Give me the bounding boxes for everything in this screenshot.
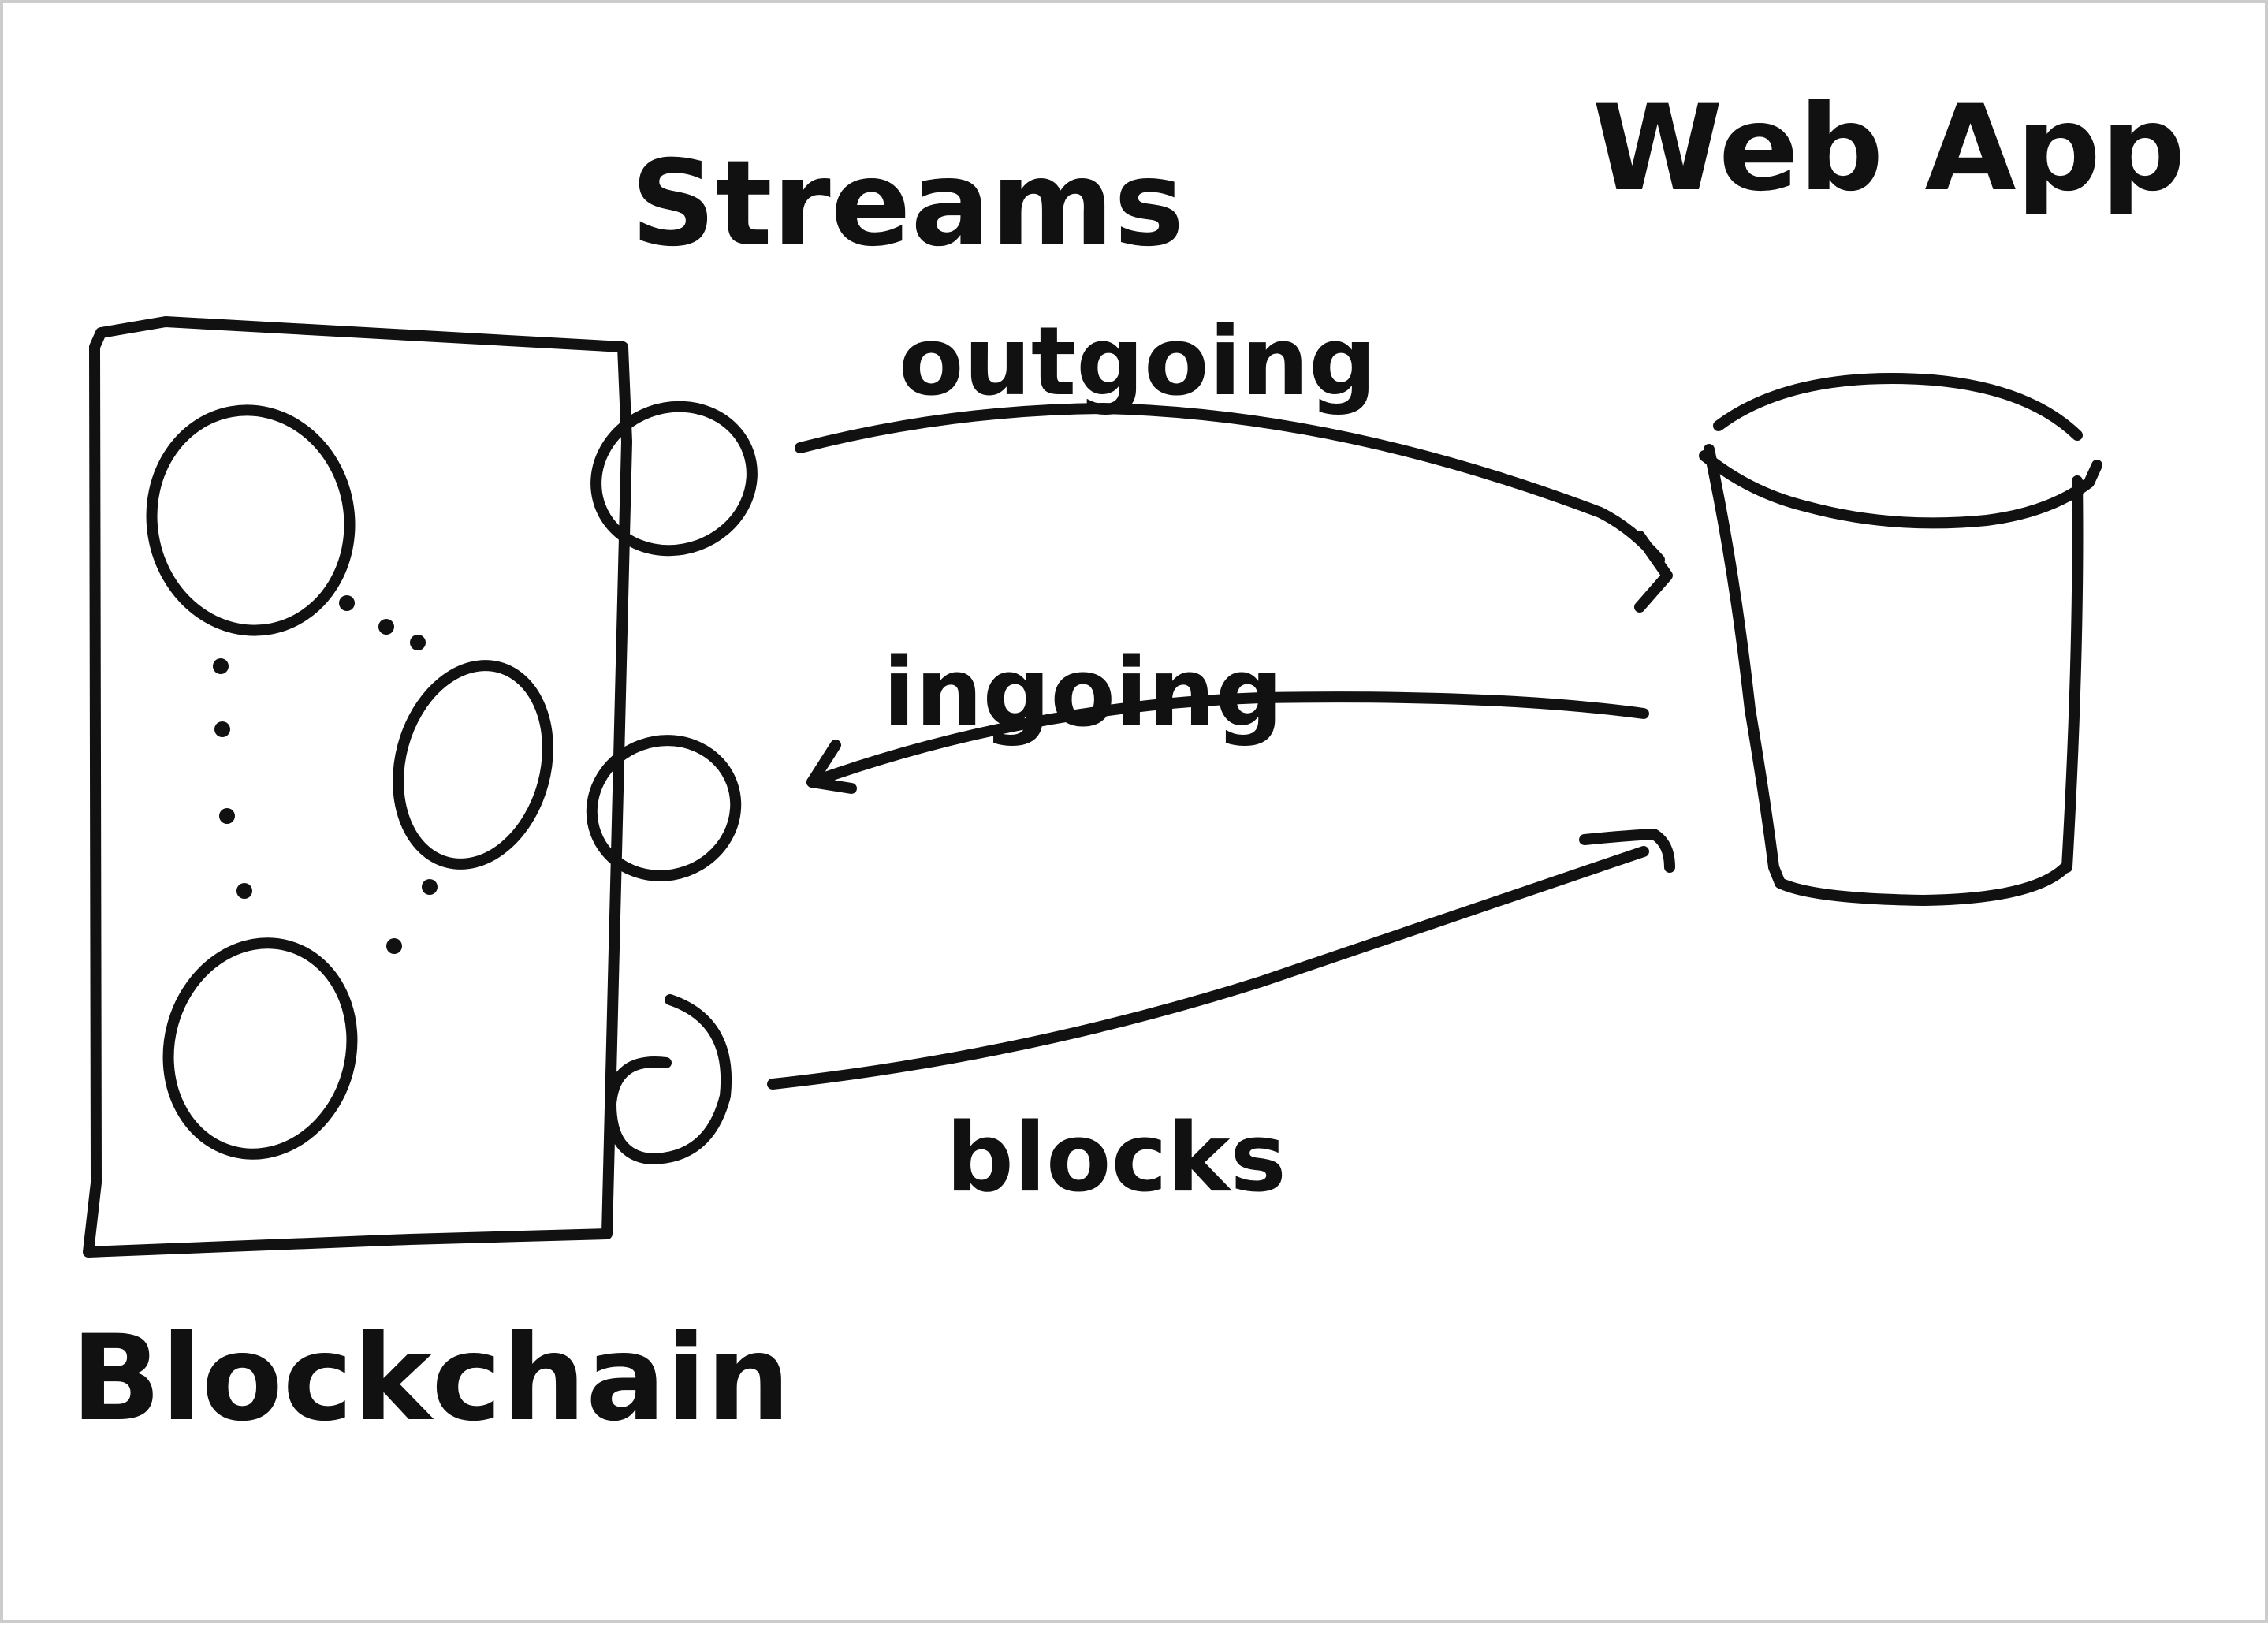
link-dot (236, 883, 252, 899)
link-dot (219, 808, 235, 824)
link-dot (378, 619, 394, 635)
label-ingoing: ingoing (883, 639, 1283, 748)
edge-outgoing (795, 403, 1673, 613)
bucket-left-side (1704, 444, 1786, 889)
blockchain-node-middle (393, 660, 553, 870)
blockchain-node-top (146, 404, 356, 636)
bucket-right-side (2061, 475, 2084, 873)
link-dot (214, 721, 230, 737)
stream-diagram: Streams Web App Blockchain outgoing ingo… (0, 0, 2268, 1623)
blockchain-node-bottom (162, 937, 358, 1160)
link-dot (386, 938, 402, 954)
label-web-app: Web App (1592, 80, 2185, 218)
edge-blocks-line (767, 846, 1649, 1090)
label-blockchain: Blockchain (71, 1310, 791, 1448)
link-dot (213, 658, 229, 674)
stream-endpoint-ingoing (586, 735, 742, 881)
link-dot (410, 635, 426, 650)
edge-outgoing-arrowhead (1634, 531, 1673, 613)
link-dot (339, 595, 355, 611)
edge-outgoing-line (795, 403, 1665, 565)
bucket-rim-top (1713, 373, 2083, 441)
label-streams: Streams (631, 136, 1184, 273)
label-outgoing: outgoing (899, 307, 1376, 417)
label-blocks: blocks (946, 1104, 1287, 1213)
bucket-bottom (1775, 862, 2071, 906)
link-dot (422, 879, 438, 895)
webapp-database-icon (1699, 373, 2102, 906)
bucket-rim-front (1699, 450, 2102, 529)
edge-blocks (767, 829, 1675, 1090)
stream-endpoint-blocks (605, 994, 732, 1164)
stream-endpoint-outgoing (590, 401, 758, 557)
